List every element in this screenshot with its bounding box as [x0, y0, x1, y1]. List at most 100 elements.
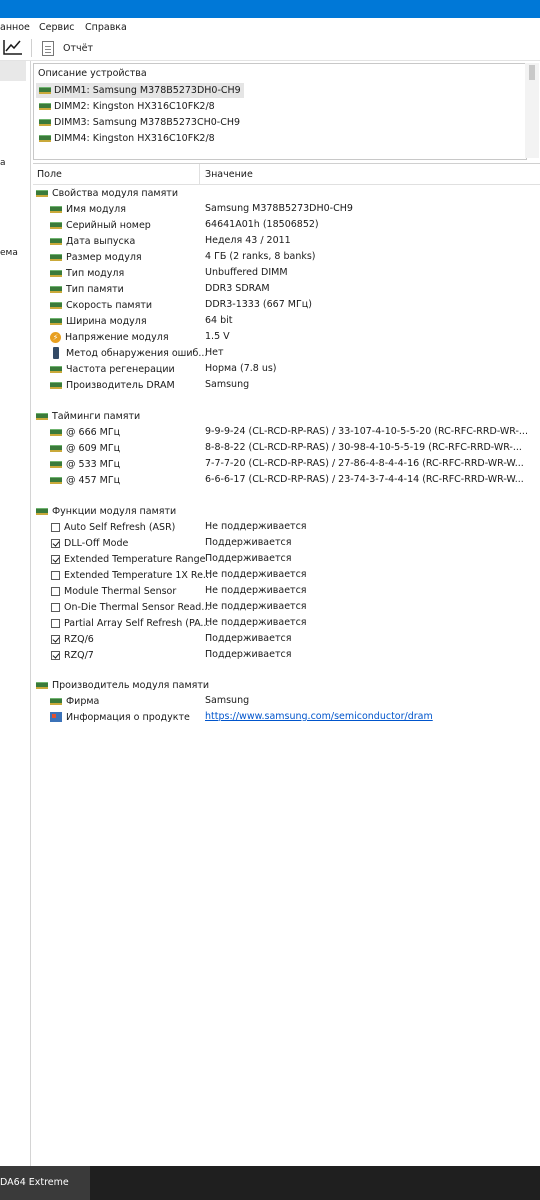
table-row[interactable]: @ 533 МГц 7-7-7-20 (CL-RCD-RP-RAS) / 27-8…: [33, 456, 540, 472]
ram-icon: [39, 135, 51, 142]
product-info-link[interactable]: https://www.samsung.com/semiconductor/dr…: [205, 711, 433, 722]
ram-icon: [50, 205, 62, 213]
table-row[interactable]: On-Die Thermal Sensor Read... Не поддержи…: [33, 599, 540, 615]
checkbox[interactable]: [51, 618, 60, 628]
table-row[interactable]: Тип памяти DDR3 SDRAM: [33, 281, 540, 297]
checkbox[interactable]: [51, 586, 60, 596]
field-name: Partial Array Self Refresh (PA...: [64, 617, 210, 629]
table-row[interactable]: @ 457 МГц 6-6-6-17 (CL-RCD-RP-RAS) / 23-7…: [33, 472, 540, 488]
ram-icon: [36, 507, 48, 515]
column-header-field[interactable]: Поле: [37, 169, 62, 180]
voltage-icon: ⚡: [50, 331, 61, 343]
section-header[interactable]: Свойства модуля памяти: [33, 185, 540, 201]
table-row[interactable]: Серийный номер 64641A01h (18506852): [33, 217, 540, 233]
table-row[interactable]: Метод обнаружения ошиб... Нет: [33, 345, 540, 361]
checkbox-checked[interactable]: [51, 634, 60, 644]
table-row[interactable]: Module Thermal Sensor Не поддерживается: [33, 583, 540, 599]
field-value: 64 bit: [205, 315, 233, 326]
field-name: Скорость памяти: [66, 299, 153, 311]
field-value: Не поддерживается: [205, 569, 307, 580]
table-row[interactable]: Дата выпуска Неделя 43 / 2011: [33, 233, 540, 249]
section-header[interactable]: Производитель модуля памяти: [33, 677, 540, 693]
field-name: @ 533 МГц: [66, 458, 121, 470]
field-name: @ 457 МГц: [66, 474, 121, 486]
taskbar-app-button[interactable]: DA64 Extreme: [0, 1166, 90, 1200]
tree-item-partial-2[interactable]: ема: [0, 248, 18, 258]
field-value: Не поддерживается: [205, 601, 307, 612]
column-header-value[interactable]: Значение: [205, 169, 253, 180]
table-row[interactable]: RZQ/7 Поддерживается: [33, 647, 540, 663]
field-value: Неделя 43 / 2011: [205, 235, 291, 246]
device-item-label: DIMM4: Kingston HX316C10FK2/8: [54, 133, 215, 144]
field-value: Unbuffered DIMM: [205, 267, 288, 278]
ram-icon: [36, 189, 48, 197]
info-icon: [50, 712, 62, 722]
field-value: Норма (7.8 us): [205, 363, 277, 374]
table-row[interactable]: Имя модуля Samsung M378B5273DH0-CH9: [33, 201, 540, 217]
table-row[interactable]: Производитель DRAM Samsung: [33, 377, 540, 393]
section-title: Функции модуля памяти: [52, 505, 177, 517]
table-row[interactable]: Частота регенерации Норма (7.8 us): [33, 361, 540, 377]
device-item-dimm2[interactable]: DIMM2: Kingston HX316C10FK2/8: [36, 99, 218, 114]
field-value: Не поддерживается: [205, 617, 307, 628]
table-row[interactable]: RZQ/6 Поддерживается: [33, 631, 540, 647]
menu-item-service[interactable]: Сервис: [39, 22, 75, 33]
report-icon: [42, 40, 54, 56]
table-row[interactable]: Extended Temperature Range Поддерживается: [33, 551, 540, 567]
section-header[interactable]: Тайминги памяти: [33, 408, 540, 424]
section-header[interactable]: Функции модуля памяти: [33, 503, 540, 519]
field-name: Метод обнаружения ошиб...: [66, 347, 208, 359]
table-row[interactable]: DLL-Off Mode Поддерживается: [33, 535, 540, 551]
device-panel-scrollbar[interactable]: [525, 63, 539, 158]
field-value: 7-7-7-20 (CL-RCD-RP-RAS) / 27-86-4-8-4-4…: [205, 458, 524, 469]
scrollbar-thumb[interactable]: [529, 65, 535, 80]
field-name: Ширина модуля: [66, 315, 147, 327]
table-row[interactable]: Тип модуля Unbuffered DIMM: [33, 265, 540, 281]
menu-item-favorites[interactable]: анное: [0, 22, 30, 33]
checkbox-checked[interactable]: [51, 554, 60, 564]
device-item-dimm4[interactable]: DIMM4: Kingston HX316C10FK2/8: [36, 131, 218, 146]
field-value: 4 ГБ (2 ranks, 8 banks): [205, 251, 316, 262]
device-item-label: DIMM3: Samsung M378B5273CH0-CH9: [54, 117, 241, 128]
tree-item-partial[interactable]: а: [0, 158, 6, 168]
table-row[interactable]: Auto Self Refresh (ASR) Не поддерживается: [33, 519, 540, 535]
field-name: Размер модуля: [66, 251, 142, 263]
table-row[interactable]: Размер модуля 4 ГБ (2 ranks, 8 banks): [33, 249, 540, 265]
field-name: RZQ/7: [64, 649, 94, 661]
table-row[interactable]: Скорость памяти DDR3-1333 (667 МГц): [33, 297, 540, 313]
field-name: Имя модуля: [66, 203, 126, 215]
table-row[interactable]: Фирма Samsung: [33, 693, 540, 709]
table-row[interactable]: Ширина модуля 64 bit: [33, 313, 540, 329]
field-value: Поддерживается: [205, 633, 292, 644]
table-row[interactable]: @ 609 МГц 8-8-8-22 (CL-RCD-RP-RAS) / 30-9…: [33, 440, 540, 456]
table-row[interactable]: Информация о продукте https://www.samsung…: [33, 709, 540, 725]
field-name: Производитель DRAM: [66, 379, 175, 391]
table-row[interactable]: Partial Array Self Refresh (PA... Не подд…: [33, 615, 540, 631]
device-icon: [53, 347, 59, 359]
chart-icon[interactable]: [3, 38, 23, 56]
ram-icon: [36, 681, 48, 689]
column-divider[interactable]: [199, 164, 200, 184]
ram-icon: [50, 285, 62, 293]
table-row[interactable]: ⚡ Напряжение модуля 1.5 V: [33, 329, 540, 345]
field-value: 8-8-8-22 (CL-RCD-RP-RAS) / 30-98-4-10-5-…: [205, 442, 522, 453]
table-row[interactable]: Extended Temperature 1X Re... Не поддержи…: [33, 567, 540, 583]
title-bar: [0, 0, 540, 18]
menu-item-help[interactable]: Справка: [85, 22, 127, 33]
tree-selection[interactable]: [0, 61, 26, 81]
device-item-dimm3[interactable]: DIMM3: Samsung M378B5273CH0-CH9: [36, 115, 243, 130]
checkbox-checked[interactable]: [51, 650, 60, 660]
device-item-dimm1[interactable]: DIMM1: Samsung M378B5273DH0-CH9: [36, 83, 244, 98]
ram-icon: [50, 460, 62, 468]
field-name: Тип памяти: [66, 283, 124, 295]
section-title: Свойства модуля памяти: [52, 187, 179, 199]
ram-icon: [50, 476, 62, 484]
report-button[interactable]: Отчёт: [42, 38, 93, 58]
checkbox[interactable]: [51, 570, 60, 580]
table-row[interactable]: @ 666 МГц 9-9-9-24 (CL-RCD-RP-RAS) / 33-1…: [33, 424, 540, 440]
ram-icon: [39, 87, 51, 94]
ram-icon: [50, 301, 62, 309]
checkbox[interactable]: [51, 602, 60, 612]
checkbox-checked[interactable]: [51, 538, 60, 548]
checkbox[interactable]: [51, 522, 60, 532]
